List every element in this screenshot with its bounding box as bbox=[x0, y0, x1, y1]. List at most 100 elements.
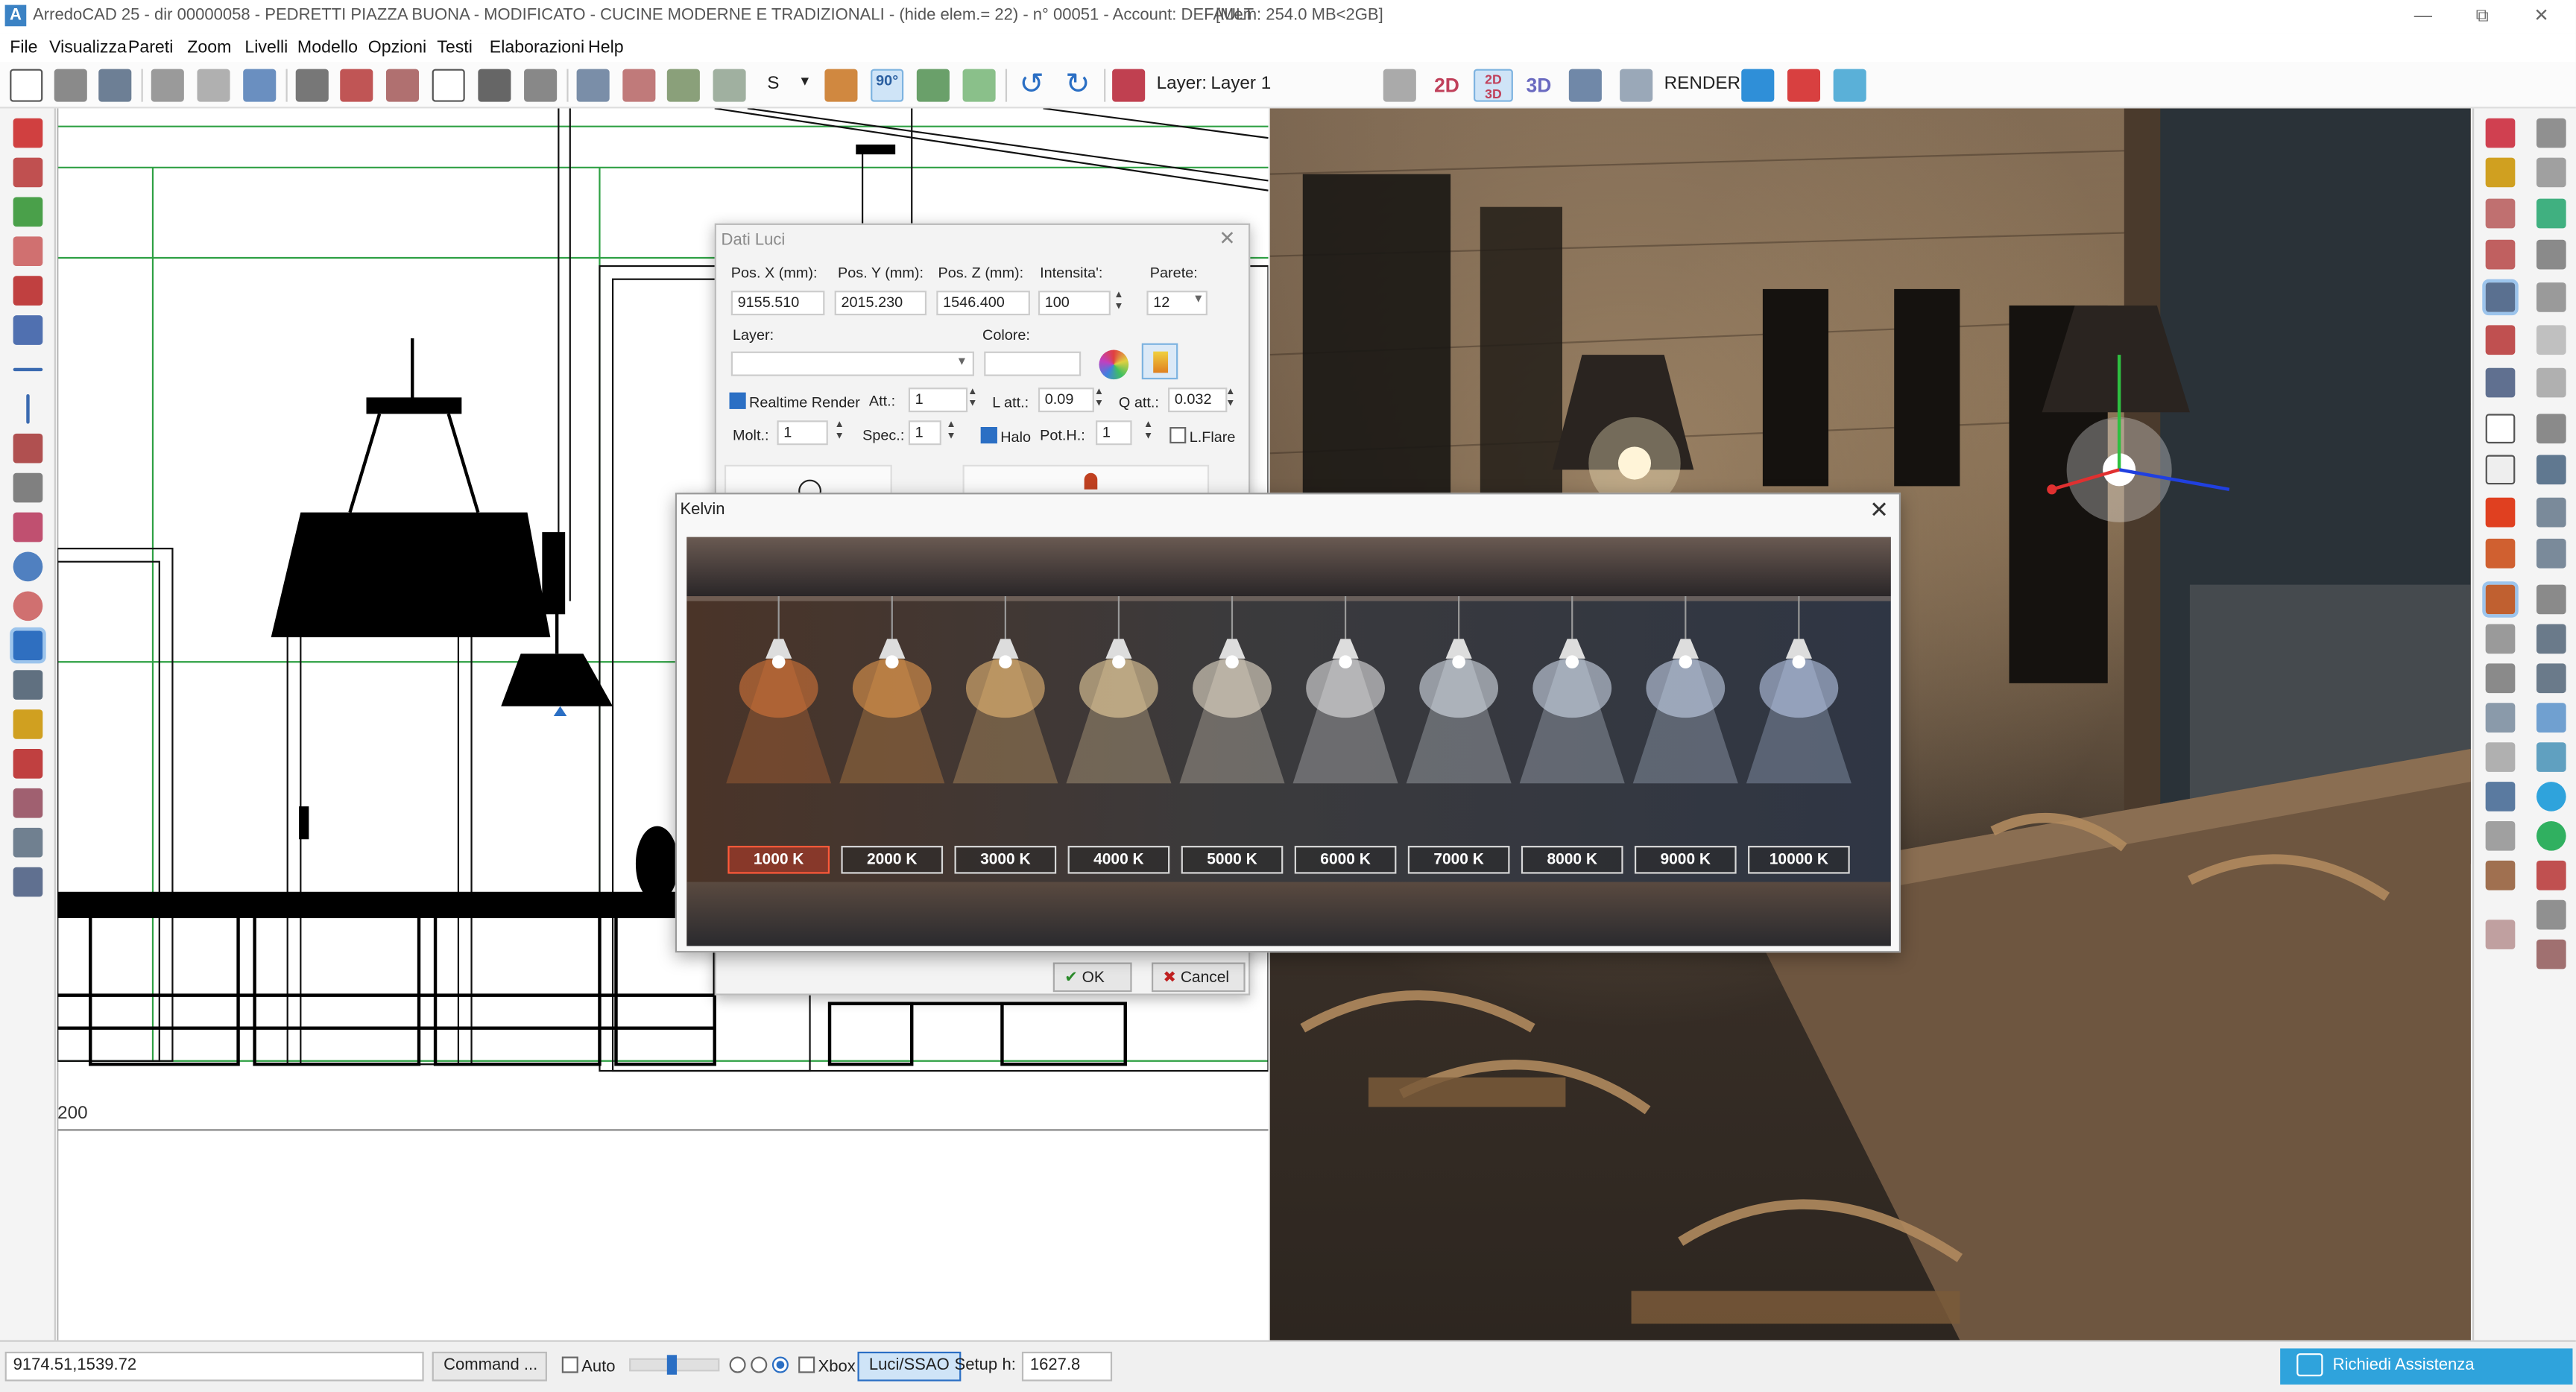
menu-file[interactable]: File bbox=[10, 38, 37, 57]
ok-button[interactable]: ✔ OK bbox=[1052, 962, 1132, 993]
maximize-button[interactable]: ⧉ bbox=[2457, 3, 2507, 29]
move-tool-icon[interactable] bbox=[13, 157, 43, 188]
undo-icon[interactable]: ↺ bbox=[1015, 69, 1048, 102]
layer-manager-icon[interactable] bbox=[1112, 69, 1146, 102]
zoom-extents-icon[interactable] bbox=[2536, 538, 2566, 569]
menu-zoom[interactable]: Zoom bbox=[187, 38, 231, 57]
command-field[interactable]: Command ... bbox=[432, 1351, 547, 1382]
color-tool-icon[interactable] bbox=[13, 591, 43, 621]
menu-pareti[interactable]: Pareti bbox=[128, 38, 173, 57]
export-icon[interactable] bbox=[243, 69, 277, 102]
spec-input[interactable]: 1 bbox=[908, 420, 941, 446]
camera-icon[interactable] bbox=[2482, 279, 2519, 316]
poth-input[interactable]: 1 bbox=[1096, 420, 1132, 446]
render-button[interactable]: RENDER bbox=[1664, 74, 1740, 93]
line-tool-icon[interactable] bbox=[13, 367, 43, 372]
save-icon[interactable] bbox=[98, 69, 132, 102]
array-tool-icon[interactable] bbox=[13, 433, 43, 464]
colore-swatch[interactable] bbox=[984, 351, 1082, 376]
light-info-tool-icon[interactable] bbox=[10, 627, 46, 664]
brush-icon[interactable] bbox=[2485, 782, 2516, 812]
document-icon[interactable] bbox=[2485, 742, 2516, 772]
kelvin-option-button[interactable]: 5000 K bbox=[1181, 846, 1284, 874]
copy-tool-icon[interactable] bbox=[13, 197, 43, 227]
tool-right-icon[interactable] bbox=[2536, 282, 2566, 312]
pos-x-input[interactable]: 9155.510 bbox=[730, 291, 825, 316]
area-icon[interactable] bbox=[2536, 198, 2566, 229]
view-3d-button[interactable]: 3D bbox=[1527, 74, 1552, 97]
intensita-spinner[interactable]: ▲ ▼ bbox=[1112, 291, 1126, 315]
render-star-icon[interactable] bbox=[2485, 118, 2516, 148]
tag-icon[interactable] bbox=[2536, 860, 2566, 890]
kelvin-option-button[interactable]: 2000 K bbox=[841, 846, 944, 874]
latt-input[interactable]: 0.09 bbox=[1038, 387, 1094, 413]
menu-opzioni[interactable]: Opzioni bbox=[368, 38, 426, 57]
zoom-out-icon[interactable] bbox=[2536, 663, 2566, 694]
pos-y-input[interactable]: 2015.230 bbox=[834, 291, 927, 316]
poth-spinner[interactable]: ▲ ▼ bbox=[1142, 420, 1155, 445]
chart-tool-icon[interactable] bbox=[13, 709, 43, 739]
speed-slider[interactable] bbox=[629, 1355, 720, 1375]
tools-icon[interactable] bbox=[2536, 899, 2566, 930]
att-input[interactable]: 1 bbox=[908, 387, 968, 413]
kelvin-option-button[interactable]: 9000 K bbox=[1634, 846, 1737, 874]
menu-livelli[interactable]: Livelli bbox=[244, 38, 288, 57]
pos-z-input[interactable]: 1546.400 bbox=[936, 291, 1030, 316]
menu-modello[interactable]: Modello bbox=[297, 38, 358, 57]
spot-light-icon[interactable] bbox=[2485, 367, 2516, 398]
kelvin-option-button[interactable]: 4000 K bbox=[1067, 846, 1170, 874]
print-icon[interactable] bbox=[151, 69, 184, 102]
angle-90-button[interactable]: 90° bbox=[871, 69, 904, 102]
box-yellow-icon[interactable] bbox=[2485, 157, 2516, 188]
print-right-icon[interactable] bbox=[2485, 703, 2516, 733]
kelvin-picker-button[interactable] bbox=[1141, 343, 1178, 380]
luci-ssao-button[interactable]: Luci/SSAO bbox=[857, 1351, 962, 1382]
layer-value[interactable]: Layer 1 bbox=[1210, 74, 1271, 93]
hatch-tool-icon[interactable] bbox=[13, 788, 43, 818]
parete-dropdown-icon[interactable]: ▼ bbox=[1193, 294, 1204, 306]
view-2d3d-button[interactable]: 2D 3D bbox=[1473, 69, 1513, 102]
list-icon[interactable] bbox=[2536, 367, 2566, 398]
stamp-icon[interactable] bbox=[2536, 239, 2566, 270]
book-icon[interactable] bbox=[1787, 69, 1821, 102]
cancel-button[interactable]: ✖ Cancel bbox=[1152, 962, 1246, 993]
info-tool-icon[interactable] bbox=[13, 551, 43, 582]
info-circle-icon[interactable] bbox=[2536, 782, 2566, 812]
layer-dropdown-icon[interactable] bbox=[1383, 69, 1416, 102]
wrench-icon[interactable] bbox=[2485, 624, 2516, 654]
att-spinner[interactable]: ▲ ▼ bbox=[966, 387, 979, 412]
latt-spinner[interactable]: ▲ ▼ bbox=[1093, 387, 1106, 412]
cube-wire-icon[interactable] bbox=[2485, 414, 2516, 444]
refresh-icon[interactable] bbox=[2536, 703, 2566, 733]
minimize-button[interactable]: — bbox=[2399, 3, 2448, 29]
kelvin-close-button[interactable]: ✕ bbox=[1869, 496, 1889, 524]
lock-icon[interactable] bbox=[2485, 860, 2516, 890]
realtime-render-checkbox[interactable]: Realtime Render bbox=[729, 392, 860, 411]
globe-icon[interactable] bbox=[2536, 742, 2566, 772]
menu-visualizza[interactable]: Visualizza bbox=[49, 38, 127, 57]
spec-spinner[interactable]: ▲ ▼ bbox=[944, 420, 958, 445]
layer-dropdown-chevron-icon[interactable]: ▼ bbox=[956, 356, 967, 367]
ortho-icon[interactable] bbox=[916, 69, 950, 102]
menu-help[interactable]: Help bbox=[588, 38, 624, 57]
intensita-input[interactable]: 100 bbox=[1038, 291, 1111, 316]
open-file-icon[interactable] bbox=[54, 69, 87, 102]
ruler-icon[interactable] bbox=[2536, 939, 2566, 969]
copy-right-icon[interactable] bbox=[2485, 821, 2516, 851]
rotate-tool-icon[interactable] bbox=[13, 276, 43, 306]
menu-testi[interactable]: Testi bbox=[437, 38, 473, 57]
kelvin-option-button[interactable]: 7000 K bbox=[1407, 846, 1510, 874]
coordinates-field[interactable]: 9174.51,1539.72 bbox=[4, 1351, 424, 1382]
edit-icon[interactable] bbox=[2536, 455, 2566, 485]
view-2d-button[interactable]: 2D bbox=[1434, 74, 1459, 97]
cube-orange-icon[interactable] bbox=[824, 69, 858, 102]
rotate-view-icon[interactable] bbox=[622, 69, 656, 102]
window-tool-icon[interactable] bbox=[576, 69, 610, 102]
sofa-icon[interactable] bbox=[2485, 325, 2516, 355]
print-preview-icon[interactable] bbox=[197, 69, 230, 102]
select-tool-icon[interactable] bbox=[13, 118, 43, 148]
snap-s-label[interactable]: S bbox=[767, 74, 779, 93]
network-icon[interactable] bbox=[666, 69, 700, 102]
database-tool-icon[interactable] bbox=[13, 827, 43, 858]
users-tool-icon[interactable] bbox=[13, 867, 43, 897]
